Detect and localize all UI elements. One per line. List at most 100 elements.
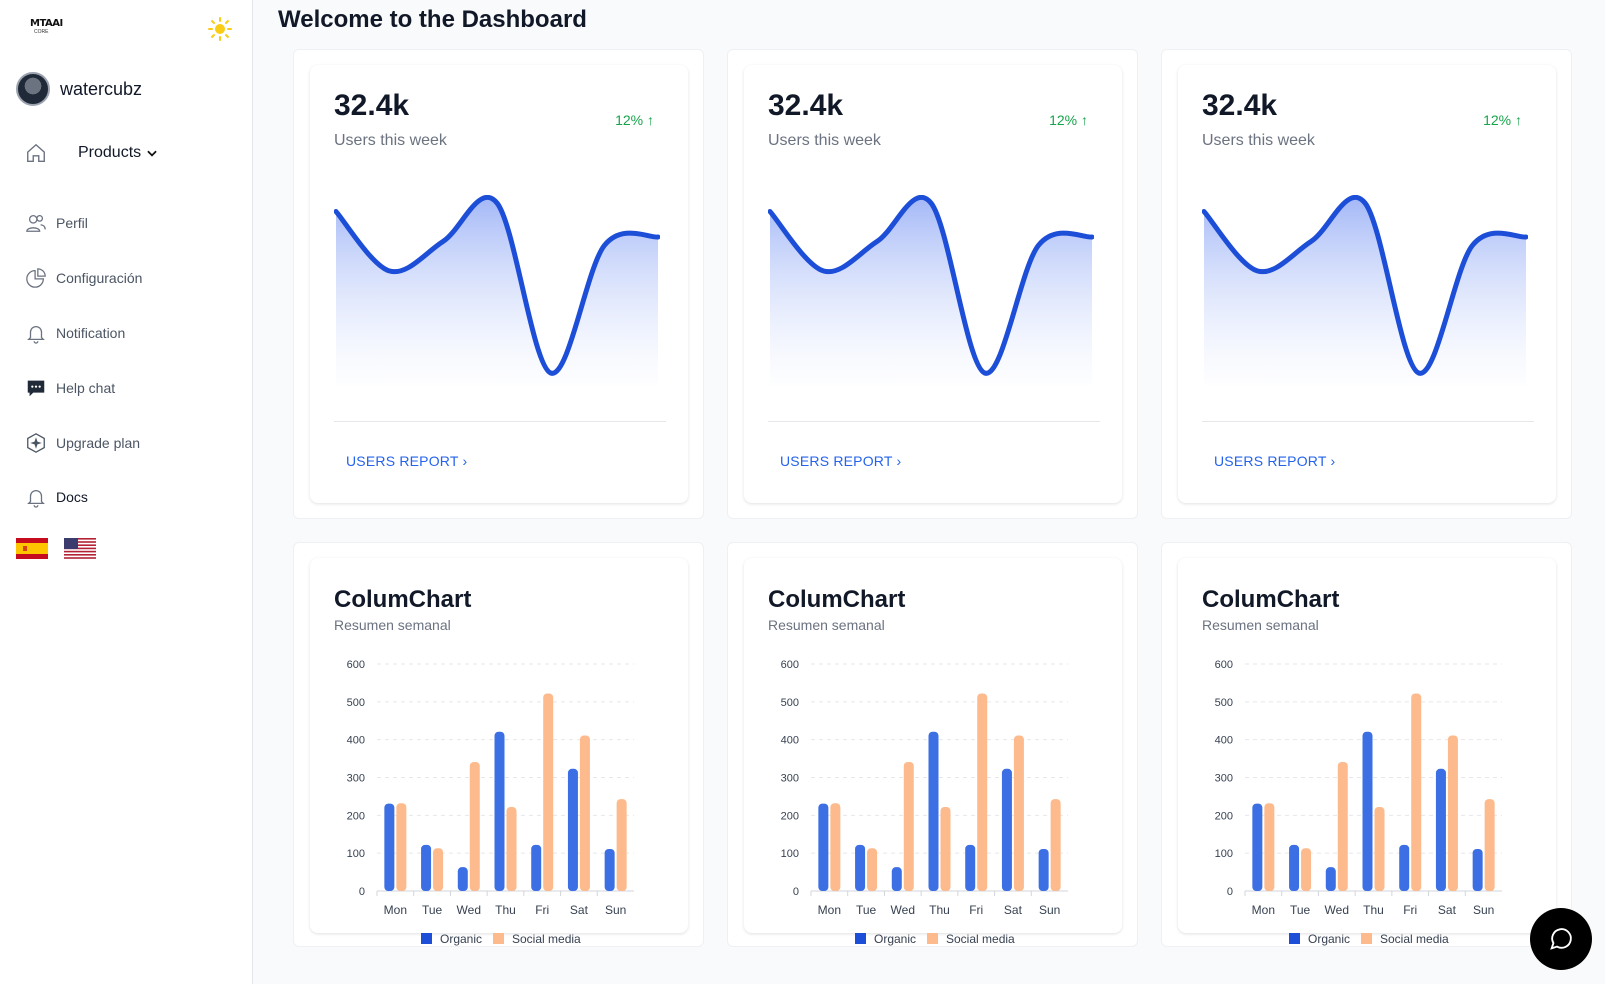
bar-social-media [1050,799,1061,891]
sidebar: MTAAI CORE watercubz Products Perfil Con… [0,0,253,984]
bar-social-media [579,735,590,891]
x-tick-label: Tue [856,903,877,917]
bar-social-media [1447,735,1458,891]
column-chart: 0 100 200 300 400 500 600 Mon Tue Wed Thu Fri Sat Sun… [1215,659,1502,946]
bell-icon [27,326,45,344]
y-tick-label: 100 [347,848,365,860]
users-report-link[interactable]: USERS REPORT › [346,453,467,469]
bar-social-media [396,803,407,891]
products-label: Products [78,144,142,161]
bar-organic [1289,844,1300,891]
bar-social-media [903,761,914,891]
y-tick-label: 0 [359,886,365,898]
y-tick-label: 500 [347,697,365,709]
y-tick-label: 600 [781,659,799,671]
sidebar-item-configuracion[interactable]: Configuración [25,267,142,289]
sidebar-item-docs[interactable]: Docs [25,486,88,508]
sidebar-item-label: Help chat [56,380,116,396]
x-tick-label: Sat [1438,903,1457,917]
bar-organic [421,844,432,891]
stat-label: Users this week [768,132,881,149]
chat-fab-button[interactable] [1530,908,1592,970]
bar-social-media [1374,807,1385,891]
bar-organic [928,731,939,891]
chevron-down-icon [147,150,157,157]
arrow-up-icon: ↑ [647,112,654,128]
legend-swatch [1361,933,1372,944]
divider [768,421,1100,422]
x-tick-label: Sun [1039,903,1060,917]
chat-bubble-icon [27,380,45,397]
legend-label: Social media [1380,932,1449,946]
x-tick-label: Thu [495,903,516,917]
bar-social-media [469,761,480,891]
x-tick-label: Wed [1325,903,1349,917]
bar-social-media [977,693,988,891]
y-tick-label: 600 [347,659,365,671]
x-tick-label: Wed [457,903,481,917]
area-chart [768,195,1094,385]
x-tick-label: Sun [605,903,626,917]
sidebar-item-products[interactable]: Products [25,142,168,164]
legend-label: Organic [440,932,482,946]
sun-icon[interactable] [207,16,233,42]
bar-organic [1472,849,1483,891]
stat-card-wrapper: 32.4k Users this week 12% ↑ USERS REPORT… [293,49,704,519]
spain-flag-icon[interactable] [16,538,48,559]
legend-label: Organic [874,932,916,946]
bar-social-media [1264,803,1275,891]
divider [334,421,666,422]
legend-swatch [493,933,504,944]
bar-organic [965,844,976,891]
bar-organic [1435,768,1446,891]
users-icon [26,215,46,232]
legend-swatch [421,933,432,944]
sidebar-item-notification[interactable]: Notification [25,322,125,344]
bar-organic [1399,844,1410,891]
area-chart [334,195,660,385]
legend-label: Organic [1308,932,1350,946]
column-card-wrapper: ColumChart Resumen semanal 0 100 200 300 400… [727,542,1138,947]
stat-label: Users this week [334,132,447,149]
legend-swatch [855,933,866,944]
bar-social-media [1337,761,1348,891]
user-profile[interactable]: watercubz [16,72,142,106]
users-report-link[interactable]: USERS REPORT › [1214,453,1335,469]
area-chart [1202,195,1528,385]
bar-social-media [1411,693,1422,891]
y-tick-label: 300 [1215,773,1233,785]
x-tick-label: Sat [1004,903,1023,917]
avatar [16,72,50,106]
chevron-right-icon: › [1330,453,1336,469]
y-tick-label: 400 [1215,735,1233,747]
chevron-right-icon: › [462,453,468,469]
users-report-link[interactable]: USERS REPORT › [780,453,901,469]
sidebar-item-perfil[interactable]: Perfil [25,212,88,234]
app-logo[interactable]: MTAAI CORE [30,18,68,44]
home-icon [27,143,45,162]
bar-organic [457,867,468,891]
x-tick-label: Sat [570,903,589,917]
bell-icon [27,490,45,508]
column-card-wrapper: ColumChart Resumen semanal 0 100 200 300 400… [1161,542,1572,947]
sidebar-item-help-chat[interactable]: Help chat [25,377,115,399]
page-title: Welcome to the Dashboard [278,6,587,33]
language-switcher [16,538,112,559]
bar-organic [1362,731,1373,891]
y-tick-label: 500 [781,697,799,709]
x-tick-label: Thu [929,903,950,917]
arrow-up-icon: ↑ [1081,112,1088,128]
bar-social-media [506,807,517,891]
bar-social-media [1301,848,1312,891]
y-tick-label: 300 [347,773,365,785]
x-tick-label: Sun [1473,903,1494,917]
stat-card: 32.4k Users this week 12% ↑ USERS REPORT… [1178,65,1556,503]
bar-social-media [1013,735,1024,891]
sidebar-item-label: Upgrade plan [56,435,141,451]
bar-organic [1001,768,1012,891]
column-chart: 0 100 200 300 400 500 600 Mon Tue Wed Thu Fri Sat Sun… [347,659,634,946]
y-tick-label: 500 [1215,697,1233,709]
sidebar-item-upgrade-plan[interactable]: Upgrade plan [25,432,140,454]
usa-flag-icon[interactable] [64,538,96,559]
x-tick-label: Fri [969,903,983,917]
